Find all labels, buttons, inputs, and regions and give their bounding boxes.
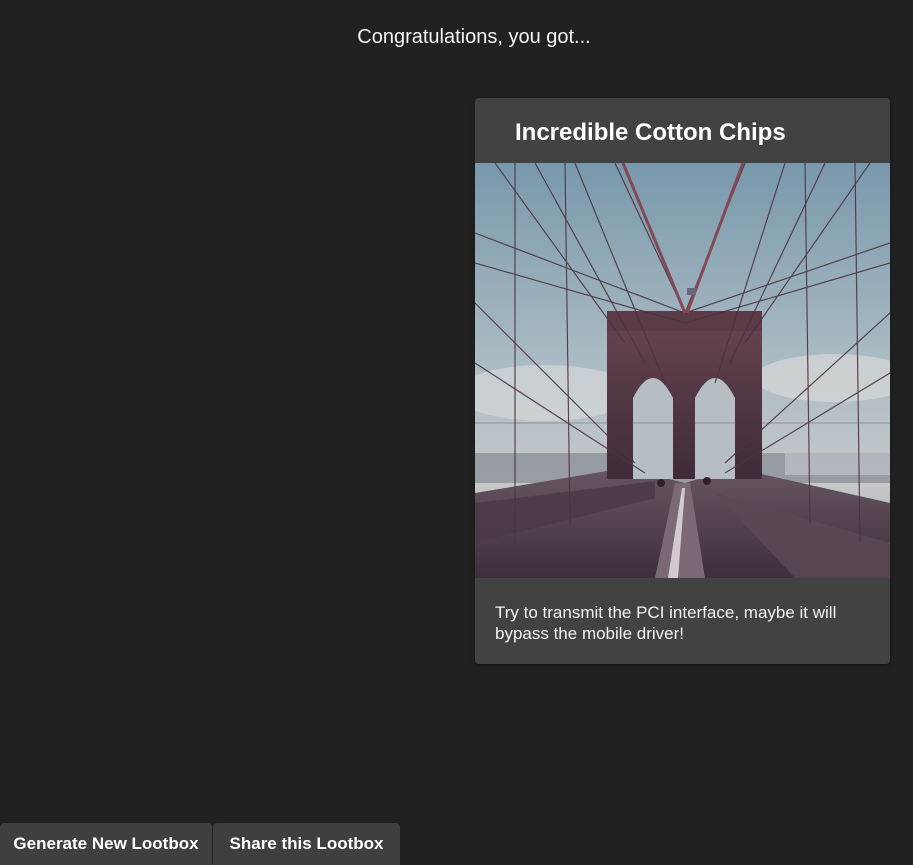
congrats-text: Congratulations, you got... <box>357 26 591 48</box>
loot-card: Incredible Cotton Chips Try to transmit … <box>475 98 890 664</box>
card-title: Incredible Cotton Chips <box>515 119 786 146</box>
share-lootbox-button[interactable]: Share this Lootbox <box>213 823 400 865</box>
card-image <box>475 163 890 578</box>
lootbox-page: Congratulations, you got... Incredible C… <box>0 0 913 865</box>
card-header: Incredible Cotton Chips <box>475 98 890 163</box>
card-description: Try to transmit the PCI interface, maybe… <box>495 603 837 643</box>
generate-lootbox-button[interactable]: Generate New Lootbox <box>0 823 212 865</box>
